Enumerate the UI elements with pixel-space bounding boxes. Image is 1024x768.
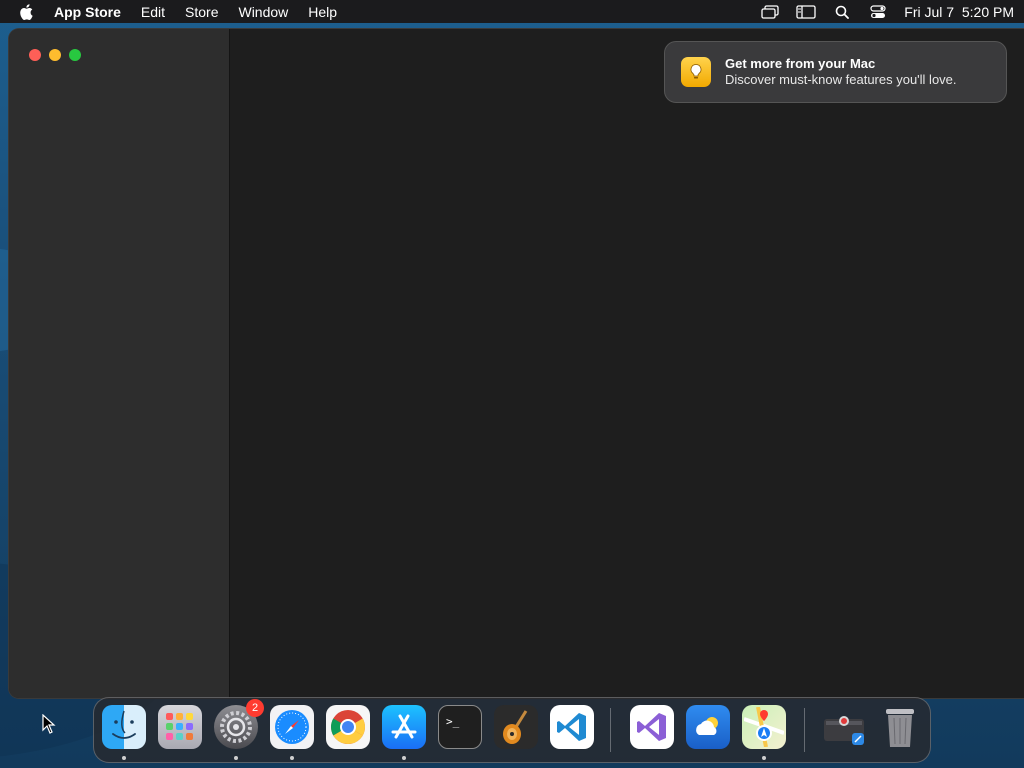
minimize-button[interactable] bbox=[49, 49, 61, 61]
mouse-cursor-icon bbox=[42, 714, 56, 734]
spotlight-search-icon[interactable] bbox=[832, 4, 852, 20]
menu-window[interactable]: Window bbox=[238, 4, 288, 20]
apple-menu-icon[interactable] bbox=[18, 3, 34, 20]
vscode-icon bbox=[557, 713, 586, 741]
dock-terminal[interactable]: >_ bbox=[438, 705, 482, 749]
menu-store[interactable]: Store bbox=[185, 4, 218, 20]
weather-icon bbox=[696, 717, 718, 735]
app-menu-app-store[interactable]: App Store bbox=[54, 4, 121, 20]
dock-weather[interactable] bbox=[686, 705, 730, 749]
dock-safari[interactable] bbox=[270, 705, 314, 760]
notification-badge: 2 bbox=[246, 699, 264, 717]
compass-icon bbox=[275, 710, 309, 744]
menubar-clock[interactable]: Fri Jul 7 5:20 PM bbox=[904, 4, 1014, 20]
screen-mirroring-icon[interactable] bbox=[760, 4, 780, 20]
dock-chrome[interactable] bbox=[326, 705, 370, 749]
finder-icon bbox=[112, 710, 136, 739]
svg-text:>_: >_ bbox=[446, 715, 460, 728]
dock-launchpad[interactable] bbox=[158, 705, 202, 749]
dock-vscode[interactable] bbox=[550, 705, 594, 749]
map-icon bbox=[744, 707, 784, 747]
menu-edit[interactable]: Edit bbox=[141, 4, 165, 20]
dock-separator bbox=[804, 708, 805, 752]
close-button[interactable] bbox=[29, 49, 41, 61]
lightbulb-icon bbox=[681, 57, 711, 87]
launchpad-icon bbox=[166, 713, 193, 740]
display-icon[interactable] bbox=[796, 4, 816, 20]
running-indicator bbox=[234, 756, 238, 760]
terminal-icon: >_ bbox=[446, 715, 460, 728]
dock-separator bbox=[610, 708, 611, 752]
sidebar bbox=[9, 29, 230, 698]
app-store-icon bbox=[391, 714, 417, 739]
notification-banner[interactable]: Get more from your Mac Discover must-kno… bbox=[664, 41, 1007, 103]
dock-visual-studio[interactable] bbox=[630, 705, 674, 749]
dock-system-settings[interactable]: 2 bbox=[214, 699, 264, 760]
chrome-icon bbox=[331, 710, 365, 744]
guitar-icon bbox=[503, 710, 528, 744]
notification-body: Discover must-know features you'll love. bbox=[725, 72, 957, 87]
downloads-folder-icon bbox=[824, 716, 864, 745]
running-indicator bbox=[402, 756, 406, 760]
menu-help[interactable]: Help bbox=[308, 4, 337, 20]
window-controls bbox=[29, 49, 81, 61]
dock-app-store[interactable] bbox=[382, 705, 426, 760]
running-indicator bbox=[122, 756, 126, 760]
running-indicator bbox=[290, 756, 294, 760]
dock-trash[interactable] bbox=[878, 705, 922, 749]
dock-finder[interactable] bbox=[102, 705, 146, 760]
main-content bbox=[230, 29, 1024, 698]
app-store-window bbox=[9, 29, 1024, 698]
dock-maps[interactable] bbox=[742, 705, 786, 760]
control-center-icon[interactable] bbox=[868, 4, 888, 20]
trash-icon bbox=[886, 709, 914, 747]
visual-studio-icon bbox=[637, 713, 666, 741]
zoom-button[interactable] bbox=[69, 49, 81, 61]
notification-title: Get more from your Mac bbox=[725, 56, 876, 71]
dock: 2 >_ bbox=[93, 697, 931, 763]
menu-bar: App Store Edit Store Window Help Fri Jul… bbox=[0, 0, 1024, 23]
dock-downloads-stack[interactable] bbox=[822, 705, 866, 749]
running-indicator bbox=[762, 756, 766, 760]
dock-garageband[interactable] bbox=[494, 705, 538, 749]
